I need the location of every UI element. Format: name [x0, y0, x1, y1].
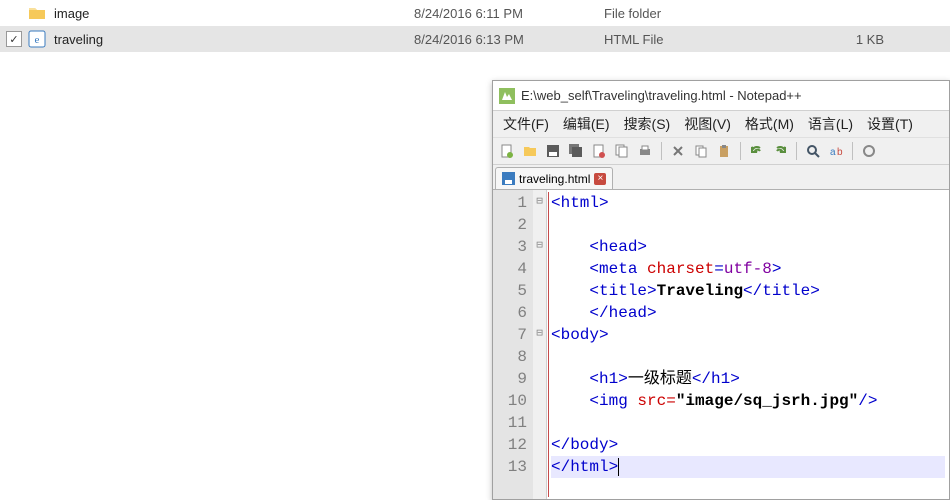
menu-language[interactable]: 语言(L) — [802, 112, 859, 136]
fold-toggle[interactable]: ⊟ — [533, 234, 546, 256]
menu-view[interactable]: 视图(V) — [678, 112, 737, 136]
code-line[interactable]: <meta charset=utf-8> — [551, 258, 945, 280]
save-all-icon[interactable] — [566, 141, 586, 161]
line-number: 11 — [495, 412, 527, 434]
fold-toggle[interactable]: ⊟ — [533, 190, 546, 212]
fold-guide-line — [548, 192, 549, 497]
new-file-icon[interactable] — [497, 141, 517, 161]
toolbar-separator — [661, 142, 662, 160]
disk-icon — [502, 172, 515, 185]
copy-icon[interactable] — [691, 141, 711, 161]
tab-bar: traveling.html × — [493, 165, 949, 189]
find-icon[interactable] — [803, 141, 823, 161]
line-number: 1 — [495, 192, 527, 214]
line-number: 7 — [495, 324, 527, 346]
line-number: 5 — [495, 280, 527, 302]
code-line[interactable]: </head> — [551, 302, 945, 324]
menu-bar: 文件(F) 编辑(E) 搜索(S) 视图(V) 格式(M) 语言(L) 设置(T… — [493, 111, 949, 137]
checkbox[interactable]: ✓ — [6, 31, 22, 47]
code-line[interactable]: </html> — [551, 456, 945, 478]
code-line[interactable]: </body> — [551, 434, 945, 456]
code-line[interactable]: <img src="image/sq_jsrh.jpg"/> — [551, 390, 945, 412]
notepadpp-icon — [499, 88, 515, 104]
undo-icon[interactable] — [747, 141, 767, 161]
file-type: File folder — [604, 6, 814, 21]
redo-icon[interactable] — [770, 141, 790, 161]
file-name: traveling — [54, 32, 414, 47]
save-icon[interactable] — [543, 141, 563, 161]
line-number: 2 — [495, 214, 527, 236]
open-file-icon[interactable] — [520, 141, 540, 161]
line-number: 10 — [495, 390, 527, 412]
file-explorer: image 8/24/2016 6:11 PM File folder ✓ e … — [0, 0, 950, 52]
fold-column[interactable]: ⊟ ⊟ ⊟ — [533, 190, 547, 499]
fold-toggle[interactable] — [533, 432, 546, 454]
line-number: 9 — [495, 368, 527, 390]
line-number: 4 — [495, 258, 527, 280]
svg-text:e: e — [35, 34, 40, 46]
fold-toggle[interactable] — [533, 344, 546, 366]
fold-toggle[interactable] — [533, 366, 546, 388]
menu-format[interactable]: 格式(M) — [739, 112, 800, 136]
file-date: 8/24/2016 6:11 PM — [414, 6, 604, 21]
fold-toggle[interactable] — [533, 278, 546, 300]
file-row-image[interactable]: image 8/24/2016 6:11 PM File folder — [0, 0, 950, 26]
notepadpp-window: E:\web_self\Traveling\traveling.html - N… — [492, 80, 950, 500]
html-file-icon: e — [28, 30, 46, 48]
line-number: 6 — [495, 302, 527, 324]
file-type: HTML File — [604, 32, 814, 47]
code-line[interactable] — [551, 214, 945, 236]
toolbar: ab — [493, 137, 949, 165]
print-icon[interactable] — [635, 141, 655, 161]
fold-toggle[interactable]: ⊟ — [533, 322, 546, 344]
file-size: 1 KB — [814, 32, 914, 47]
tab-label: traveling.html — [519, 172, 590, 186]
code-line[interactable]: <html> — [551, 192, 945, 214]
line-number-gutter: 12345678910111213 — [493, 190, 533, 499]
title-bar[interactable]: E:\web_self\Traveling\traveling.html - N… — [493, 81, 949, 111]
code-line[interactable] — [551, 346, 945, 368]
window-title: E:\web_self\Traveling\traveling.html - N… — [521, 88, 802, 103]
tab-traveling[interactable]: traveling.html × — [495, 167, 613, 189]
fold-toggle[interactable] — [533, 388, 546, 410]
close-all-icon[interactable] — [612, 141, 632, 161]
fold-toggle[interactable] — [533, 300, 546, 322]
code-area[interactable]: <html> <head> <meta charset=utf-8> <titl… — [547, 190, 949, 499]
fold-toggle[interactable] — [533, 256, 546, 278]
code-line[interactable]: <body> — [551, 324, 945, 346]
line-number: 8 — [495, 346, 527, 368]
toolbar-separator — [796, 142, 797, 160]
close-icon[interactable] — [589, 141, 609, 161]
code-line[interactable]: <head> — [551, 236, 945, 258]
paste-icon[interactable] — [714, 141, 734, 161]
menu-file[interactable]: 文件(F) — [497, 112, 555, 136]
cut-icon[interactable] — [668, 141, 688, 161]
tab-close-icon[interactable]: × — [594, 173, 606, 185]
fold-toggle[interactable] — [533, 454, 546, 476]
fold-toggle[interactable] — [533, 410, 546, 432]
menu-search[interactable]: 搜索(S) — [618, 112, 677, 136]
code-editor[interactable]: 12345678910111213 ⊟⊟⊟ <html> <head> <met… — [493, 189, 949, 499]
file-name: image — [54, 6, 414, 21]
file-date: 8/24/2016 6:13 PM — [414, 32, 604, 47]
menu-edit[interactable]: 编辑(E) — [557, 112, 616, 136]
code-line[interactable]: <title>Traveling</title> — [551, 280, 945, 302]
line-number: 13 — [495, 456, 527, 478]
svg-text:b: b — [837, 147, 843, 158]
code-line[interactable] — [551, 412, 945, 434]
fold-toggle[interactable] — [533, 212, 546, 234]
toolbar-separator — [852, 142, 853, 160]
code-line[interactable]: <h1>一级标题</h1> — [551, 368, 945, 390]
line-number: 3 — [495, 236, 527, 258]
svg-text:a: a — [830, 147, 836, 158]
toolbar-separator — [740, 142, 741, 160]
line-number: 12 — [495, 434, 527, 456]
folder-icon — [28, 4, 46, 22]
file-row-traveling[interactable]: ✓ e traveling 8/24/2016 6:13 PM HTML Fil… — [0, 26, 950, 52]
menu-settings[interactable]: 设置(T) — [861, 112, 919, 136]
zoom-icon[interactable] — [859, 141, 879, 161]
replace-icon[interactable]: ab — [826, 141, 846, 161]
